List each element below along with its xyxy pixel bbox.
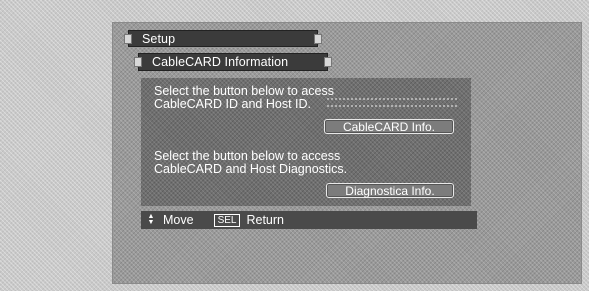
content-panel: Select the button below to acess CableCA…	[141, 78, 471, 206]
setup-title: Setup	[142, 31, 176, 46]
dotted-separator	[327, 98, 457, 107]
cablecard-information-title: CableCARD Information	[152, 55, 289, 69]
section1-instruction-line2: CableCARD ID and Host ID.	[154, 97, 312, 111]
section1-instruction-line1: Select the button below to acess	[154, 84, 334, 98]
bar-left-cap-icon	[124, 34, 132, 44]
return-label: Return	[246, 213, 285, 227]
section2-instruction-line2: CableCARD and Host Diagnostics.	[154, 162, 348, 176]
bar-right-cap-icon	[314, 34, 322, 44]
cablecard-information-bar[interactable]: CableCARD Information	[134, 53, 332, 71]
bar-left-cap-icon	[134, 57, 142, 67]
section2-instruction-line1: Select the button below to access	[154, 149, 341, 163]
setup-menu-bar[interactable]: Setup	[124, 30, 322, 47]
move-label: Move	[163, 213, 194, 227]
diagnostics-info-button[interactable]: Diagnostica Info.	[326, 183, 454, 198]
footer-hint-bar: ▲ ▼ Move SEL Return	[141, 211, 477, 229]
cablecard-info-button[interactable]: CableCARD Info.	[324, 119, 454, 134]
up-down-arrows-icon: ▲ ▼	[147, 213, 155, 226]
sel-key-icon: SEL	[213, 213, 241, 227]
bar-right-cap-icon	[324, 57, 332, 67]
